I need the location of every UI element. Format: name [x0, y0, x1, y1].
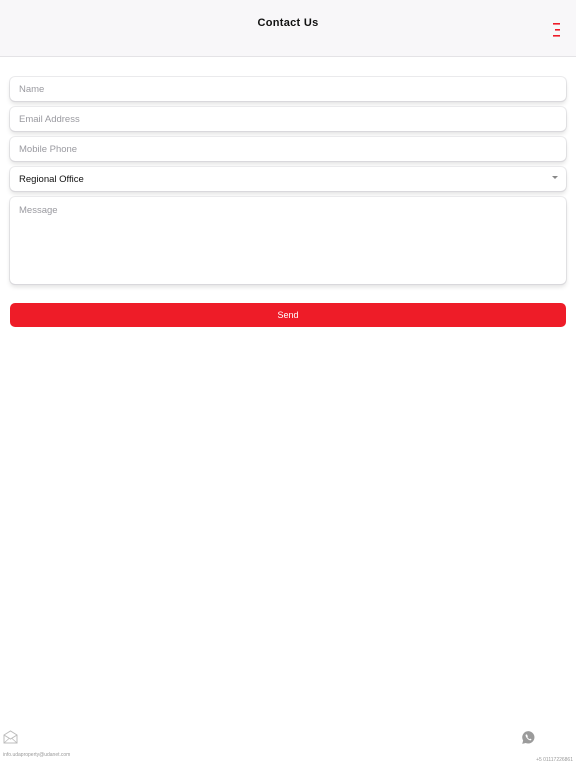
page-title: Contact Us	[257, 17, 319, 29]
mobile-field-wrapper	[10, 137, 566, 161]
name-field-wrapper	[10, 77, 566, 101]
regional-office-select[interactable]: Regional Office	[10, 167, 566, 191]
name-input[interactable]	[10, 77, 566, 101]
hamburger-menu-icon	[553, 23, 560, 37]
regional-office-value: Regional Office	[19, 174, 84, 185]
footer-phone-text: +5 01117226861	[536, 757, 573, 763]
chevron-down-icon	[552, 176, 558, 179]
send-button[interactable]: Send	[10, 303, 566, 327]
footer-email-text: info.udaproperty@udanet.com	[3, 752, 71, 758]
contact-form: Regional Office	[10, 77, 566, 290]
footer-email[interactable]: info.udaproperty@udanet.com	[3, 730, 70, 758]
whatsapp-icon	[522, 731, 535, 744]
email-input[interactable]	[10, 107, 566, 131]
nav-header: Contact Us	[0, 0, 576, 57]
message-field-wrapper	[10, 197, 566, 284]
email-field-wrapper	[10, 107, 566, 131]
footer-phone[interactable]: +5 01117226861	[521, 730, 573, 763]
contact-us-screen: Contact Us Regional Office Send	[0, 0, 576, 768]
envelope-icon	[3, 730, 18, 744]
mobile-phone-input[interactable]	[10, 137, 566, 161]
menu-button[interactable]	[550, 20, 566, 40]
message-input[interactable]	[10, 197, 566, 284]
